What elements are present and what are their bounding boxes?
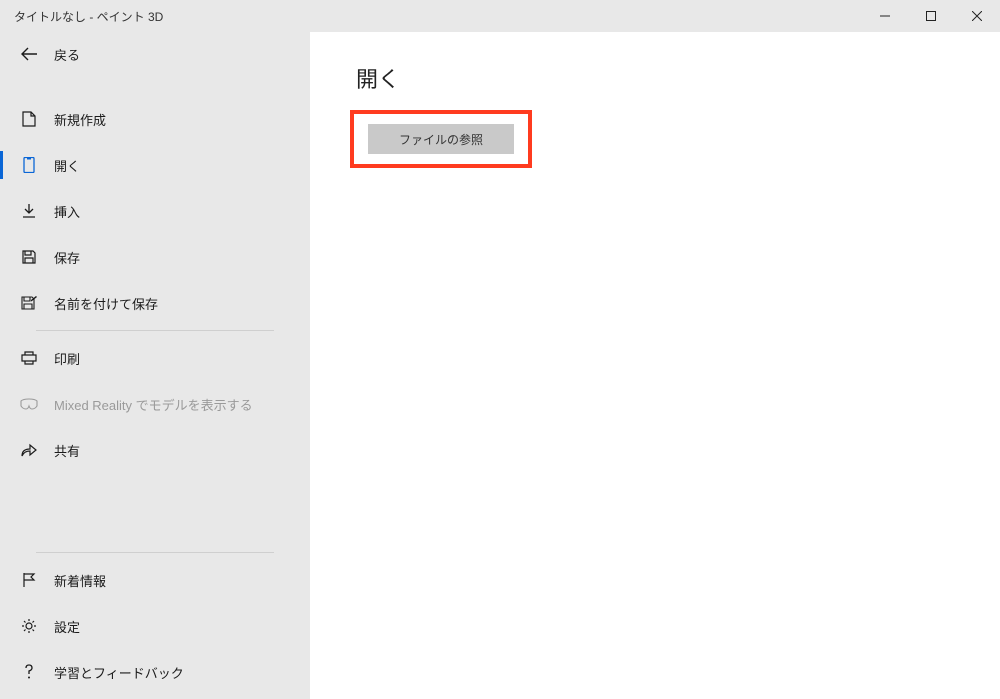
title-bar: タイトルなし - ペイント 3D bbox=[0, 0, 1000, 32]
sidebar-item-whatsnew[interactable]: 新着情報 bbox=[0, 557, 310, 603]
sidebar-item-label: 挿入 bbox=[54, 202, 80, 221]
sidebar-item-print[interactable]: 印刷 bbox=[0, 335, 310, 381]
save-as-icon bbox=[20, 296, 38, 310]
sidebar-item-label: 保存 bbox=[54, 248, 80, 267]
browse-files-label: ファイルの参照 bbox=[399, 131, 483, 148]
sidebar-item-label: Mixed Reality でモデルを表示する bbox=[54, 395, 253, 414]
divider bbox=[36, 330, 274, 331]
share-icon bbox=[20, 443, 38, 457]
help-icon bbox=[20, 664, 38, 680]
menu: 新規作成 開く 挿入 保存 bbox=[0, 96, 310, 473]
back-arrow-icon bbox=[20, 47, 38, 61]
mixed-reality-icon bbox=[20, 398, 38, 410]
sidebar-item-settings[interactable]: 設定 bbox=[0, 603, 310, 649]
maximize-button[interactable] bbox=[908, 0, 954, 32]
page-title: 開く bbox=[356, 62, 960, 94]
maximize-icon bbox=[926, 11, 936, 21]
sidebar-item-label: 学習とフィードバック bbox=[54, 663, 184, 682]
sidebar-item-save-as[interactable]: 名前を付けて保存 bbox=[0, 280, 310, 326]
highlight-annotation: ファイルの参照 bbox=[350, 110, 532, 168]
open-icon bbox=[20, 157, 38, 173]
close-button[interactable] bbox=[954, 0, 1000, 32]
minimize-button[interactable] bbox=[862, 0, 908, 32]
sidebar-item-share[interactable]: 共有 bbox=[0, 427, 310, 473]
back-button[interactable]: 戻る bbox=[0, 32, 310, 76]
divider bbox=[36, 552, 274, 553]
sidebar-item-mixed-reality: Mixed Reality でモデルを表示する bbox=[0, 381, 310, 427]
sidebar-item-label: 設定 bbox=[54, 617, 80, 636]
sidebar-item-label: 名前を付けて保存 bbox=[54, 294, 158, 313]
sidebar-item-open[interactable]: 開く bbox=[0, 142, 310, 188]
sidebar: 戻る 新規作成 開く 挿入 bbox=[0, 32, 310, 699]
sidebar-item-label: 新規作成 bbox=[54, 110, 106, 129]
print-icon bbox=[20, 351, 38, 365]
layout: 戻る 新規作成 開く 挿入 bbox=[0, 32, 1000, 699]
gear-icon bbox=[20, 618, 38, 634]
sidebar-item-label: 新着情報 bbox=[54, 571, 106, 590]
browse-files-button[interactable]: ファイルの参照 bbox=[368, 124, 514, 154]
save-icon bbox=[20, 250, 38, 264]
main-content: 開く ファイルの参照 bbox=[310, 32, 1000, 699]
sidebar-item-label: 共有 bbox=[54, 441, 80, 460]
flag-icon bbox=[20, 572, 38, 588]
window-title: タイトルなし - ペイント 3D bbox=[14, 8, 163, 25]
close-icon bbox=[972, 11, 982, 21]
sidebar-item-label: 開く bbox=[54, 156, 80, 175]
insert-icon bbox=[20, 203, 38, 219]
back-label: 戻る bbox=[54, 45, 80, 64]
sidebar-item-save[interactable]: 保存 bbox=[0, 234, 310, 280]
sidebar-item-label: 印刷 bbox=[54, 349, 80, 368]
sidebar-item-new[interactable]: 新規作成 bbox=[0, 96, 310, 142]
new-file-icon bbox=[20, 111, 38, 127]
minimize-icon bbox=[880, 11, 890, 21]
sidebar-item-help[interactable]: 学習とフィードバック bbox=[0, 649, 310, 695]
sidebar-item-insert[interactable]: 挿入 bbox=[0, 188, 310, 234]
sidebar-bottom-group: 新着情報 設定 学習とフィードバック bbox=[0, 548, 310, 695]
